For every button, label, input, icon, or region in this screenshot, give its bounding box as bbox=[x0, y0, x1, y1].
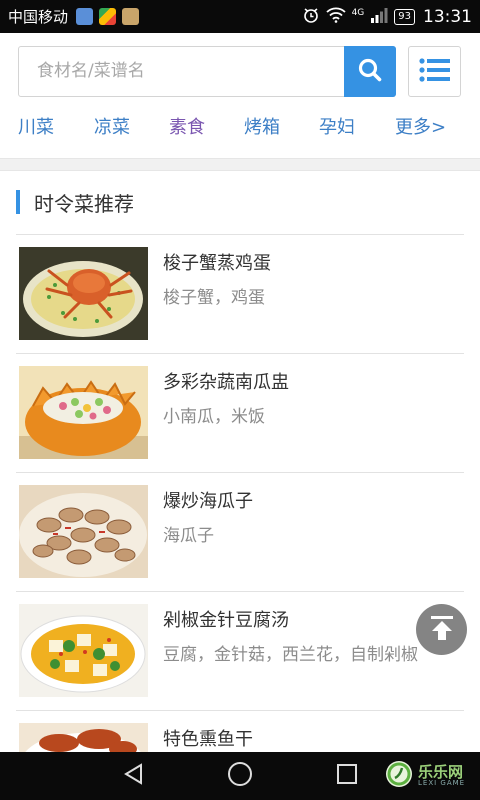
recent-apps-nav-button[interactable] bbox=[333, 762, 361, 790]
network-type-label: 4G bbox=[351, 7, 365, 18]
logo-icon bbox=[384, 759, 414, 793]
recipe-ingredients: 梭子蟹，鸡蛋 bbox=[163, 288, 265, 308]
search-box: 食材名/菜谱名 bbox=[18, 46, 396, 97]
home-circle-icon bbox=[227, 761, 253, 791]
category-link-sushi[interactable]: 素食 bbox=[169, 113, 205, 139]
home-nav-button[interactable] bbox=[226, 762, 254, 790]
search-input[interactable]: 食材名/菜谱名 bbox=[37, 47, 145, 96]
notification-app-icon bbox=[76, 8, 94, 25]
watermark-logo: 乐乐网 LEXI GAME bbox=[384, 755, 476, 797]
recipe-ingredients: 海瓜子 bbox=[163, 526, 214, 546]
category-link-yunfu[interactable]: 孕妇 bbox=[319, 113, 355, 139]
section-title: 时令菜推荐 bbox=[34, 191, 134, 216]
recent-square-icon bbox=[336, 763, 358, 789]
header: 食材名/菜谱名 川菜 凉菜 素食 烤箱 孕妇 更多> bbox=[0, 33, 480, 159]
back-to-top-button[interactable] bbox=[416, 604, 467, 655]
recipe-name[interactable]: 特色熏鱼干 bbox=[163, 725, 253, 751]
recipe-ingredients: 豆腐，金针菇，西兰花，自制剁椒 bbox=[163, 645, 418, 665]
play-store-icon bbox=[99, 8, 117, 25]
recipe-ingredients: 小南瓜，米饭 bbox=[163, 407, 265, 427]
status-bar: 中国移动 4G 93 13:31 bbox=[0, 0, 480, 33]
back-triangle-icon bbox=[122, 762, 146, 790]
category-link-chuancai[interactable]: 川菜 bbox=[18, 113, 54, 139]
category-menu-button[interactable] bbox=[408, 46, 461, 97]
category-link-liangcai[interactable]: 凉菜 bbox=[94, 113, 130, 139]
recipe-item[interactable]: 梭子蟹蒸鸡蛋 梭子蟹，鸡蛋 bbox=[16, 234, 464, 353]
battery-indicator: 93 bbox=[394, 8, 415, 25]
gallery-app-icon bbox=[122, 8, 140, 25]
arrow-up-icon bbox=[427, 613, 457, 647]
recipe-list: 梭子蟹蒸鸡蛋 梭子蟹，鸡蛋 多彩杂蔬南瓜盅 小南瓜，米饭 爆炒海瓜子 海瓜子 剁… bbox=[16, 234, 464, 800]
clock-label: 13:31 bbox=[423, 6, 472, 27]
recipe-name[interactable]: 剁椒金针豆腐汤 bbox=[163, 606, 289, 632]
back-nav-button[interactable] bbox=[120, 762, 148, 790]
title-accent-bar bbox=[16, 190, 20, 214]
section-header: 时令菜推荐 bbox=[16, 189, 134, 216]
recipe-item[interactable]: 爆炒海瓜子 海瓜子 bbox=[16, 472, 464, 591]
watermark-subtext: LEXI GAME bbox=[418, 779, 466, 788]
category-link-kaoxiang[interactable]: 烤箱 bbox=[244, 113, 280, 139]
recipe-name[interactable]: 梭子蟹蒸鸡蛋 bbox=[163, 249, 271, 275]
category-link-more[interactable]: 更多> bbox=[395, 113, 446, 139]
category-links: 川菜 凉菜 素食 烤箱 孕妇 更多> bbox=[18, 113, 458, 141]
search-icon bbox=[357, 57, 383, 87]
section-divider bbox=[0, 158, 480, 171]
search-button[interactable] bbox=[344, 46, 396, 97]
recipe-thumbnail-crab[interactable] bbox=[19, 247, 148, 340]
carrier-label: 中国移动 bbox=[8, 8, 69, 26]
recipe-thumbnail-pumpkin[interactable] bbox=[19, 366, 148, 459]
watermark-text: 乐乐网 bbox=[418, 762, 464, 781]
wifi-icon bbox=[325, 7, 346, 27]
recipe-name[interactable]: 爆炒海瓜子 bbox=[163, 487, 253, 513]
recipe-name[interactable]: 多彩杂蔬南瓜盅 bbox=[163, 368, 289, 394]
recipe-item[interactable]: 多彩杂蔬南瓜盅 小南瓜，米饭 bbox=[16, 353, 464, 472]
alarm-icon bbox=[302, 6, 320, 28]
signal-icon bbox=[370, 7, 388, 27]
recipe-item[interactable]: 剁椒金针豆腐汤 豆腐，金针菇，西兰花，自制剁椒 bbox=[16, 591, 464, 710]
recipe-thumbnail-clams[interactable] bbox=[19, 485, 148, 578]
recipe-thumbnail-tofu-soup[interactable] bbox=[19, 604, 148, 697]
list-icon bbox=[418, 57, 451, 87]
